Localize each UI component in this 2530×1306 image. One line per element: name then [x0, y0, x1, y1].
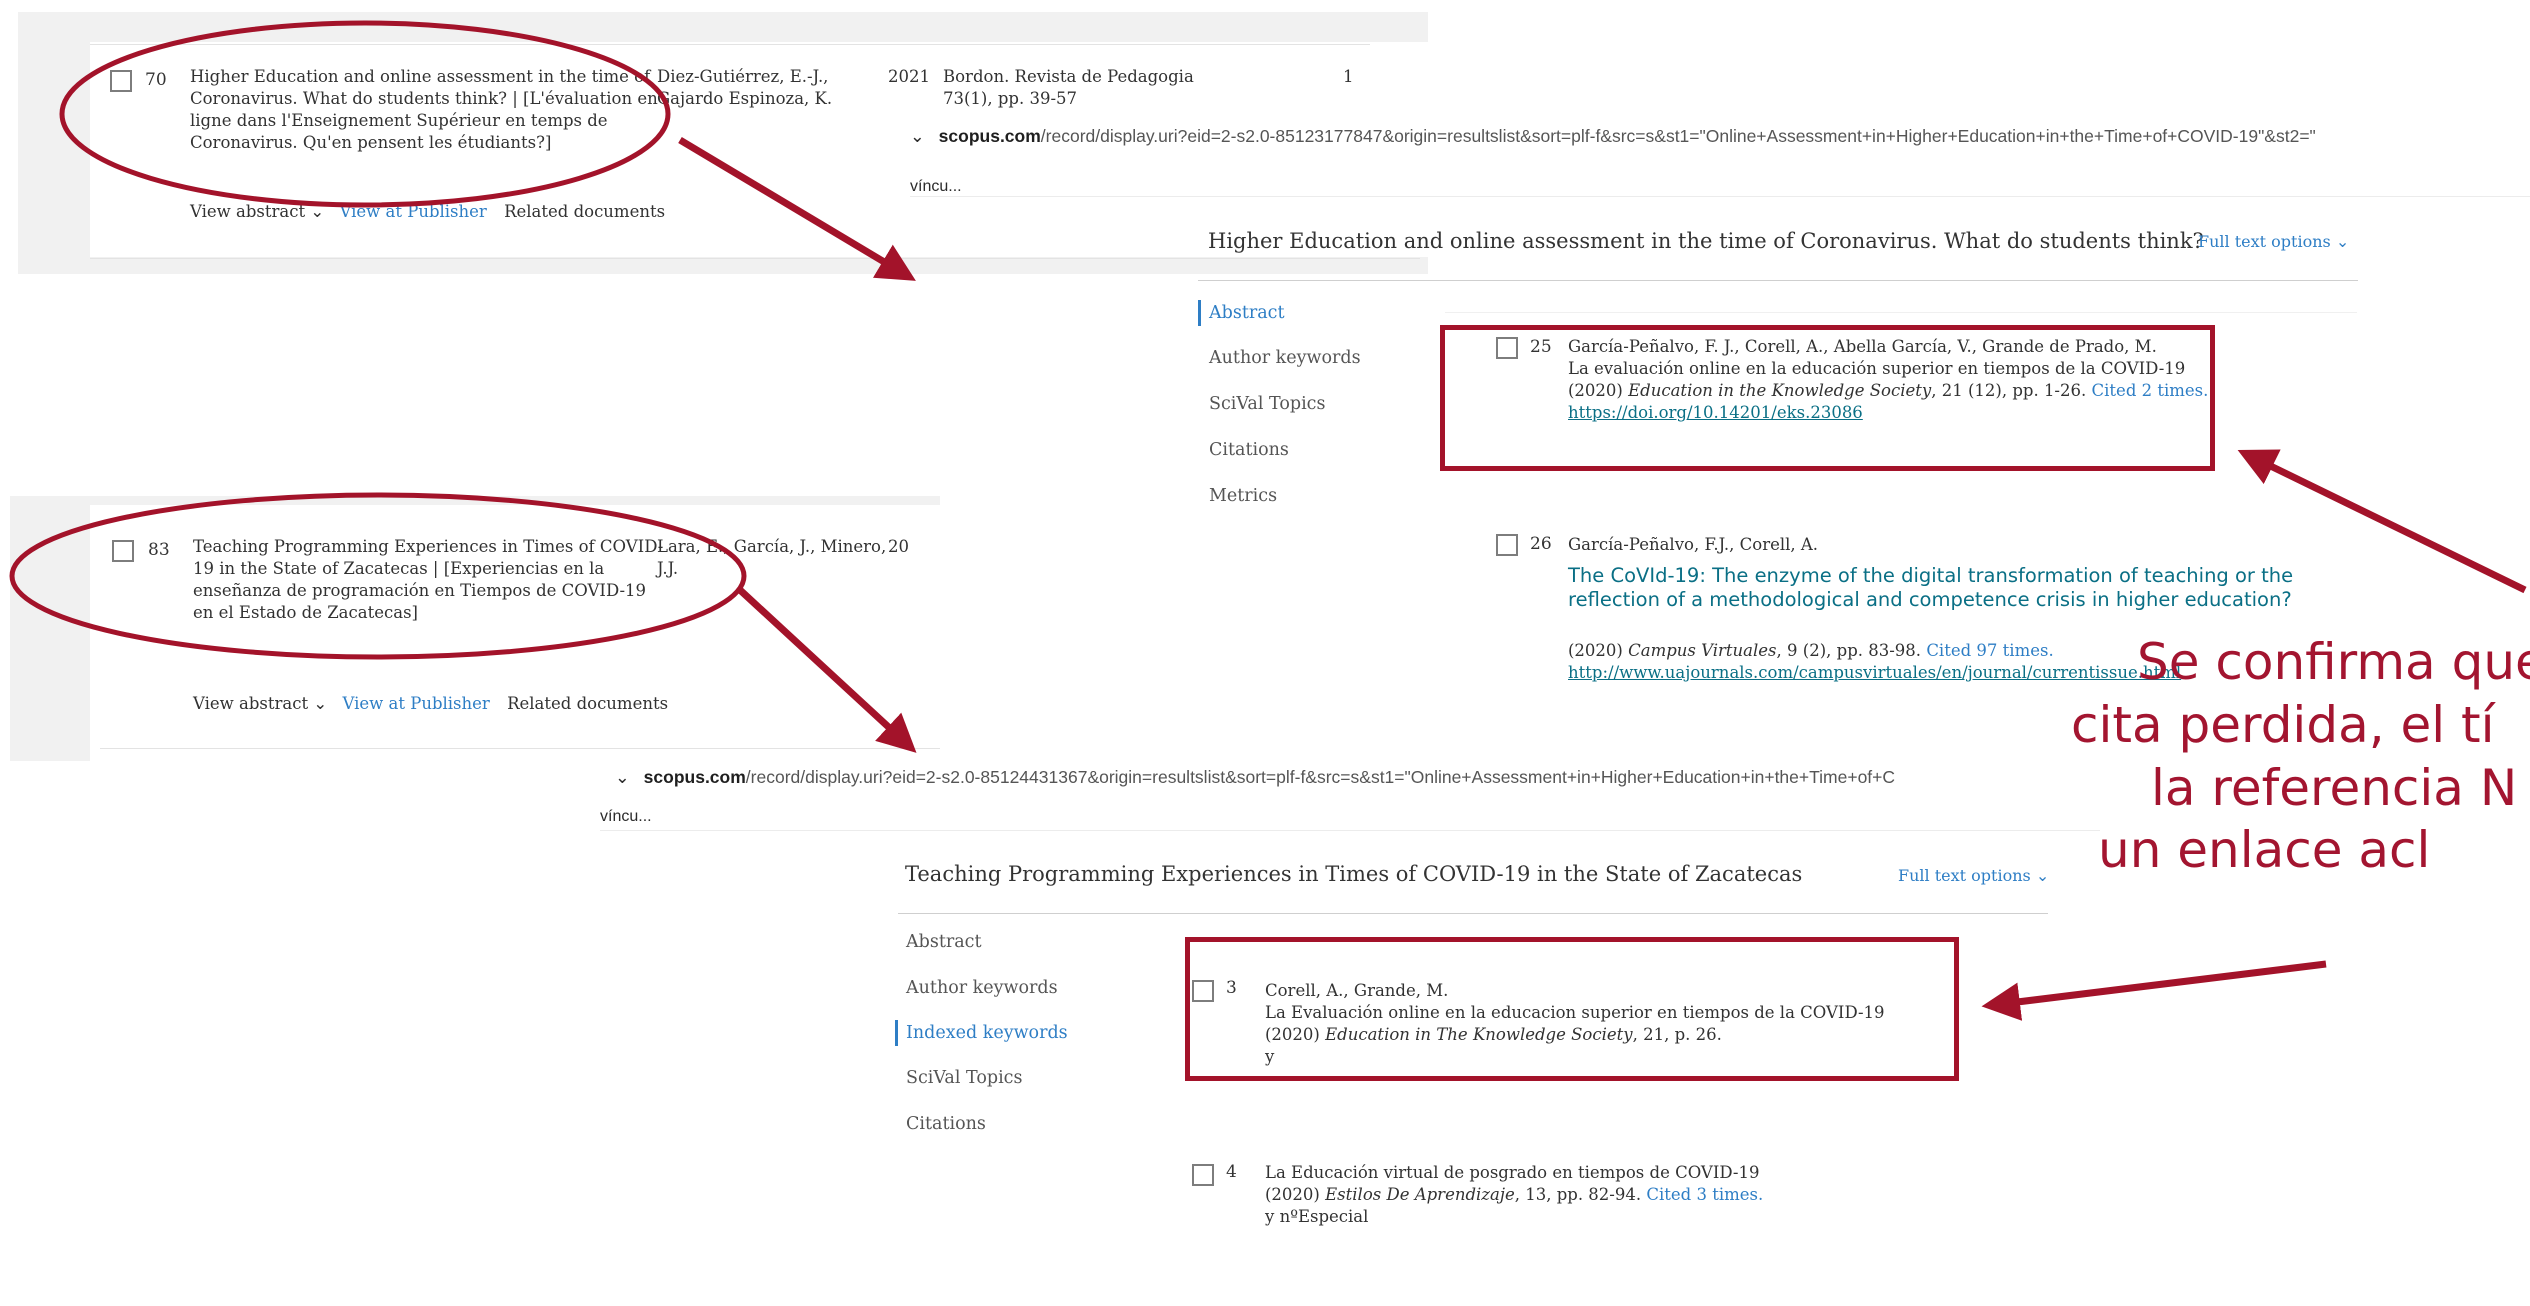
arrow: [678, 136, 916, 281]
arrow: [1981, 960, 2327, 1021]
highlight-ellipse: [9, 492, 747, 660]
highlight-ellipse: [59, 20, 671, 208]
arrow: [2237, 449, 2527, 594]
arrow: [737, 587, 917, 753]
annotation-overlay: [9, 20, 2527, 1021]
